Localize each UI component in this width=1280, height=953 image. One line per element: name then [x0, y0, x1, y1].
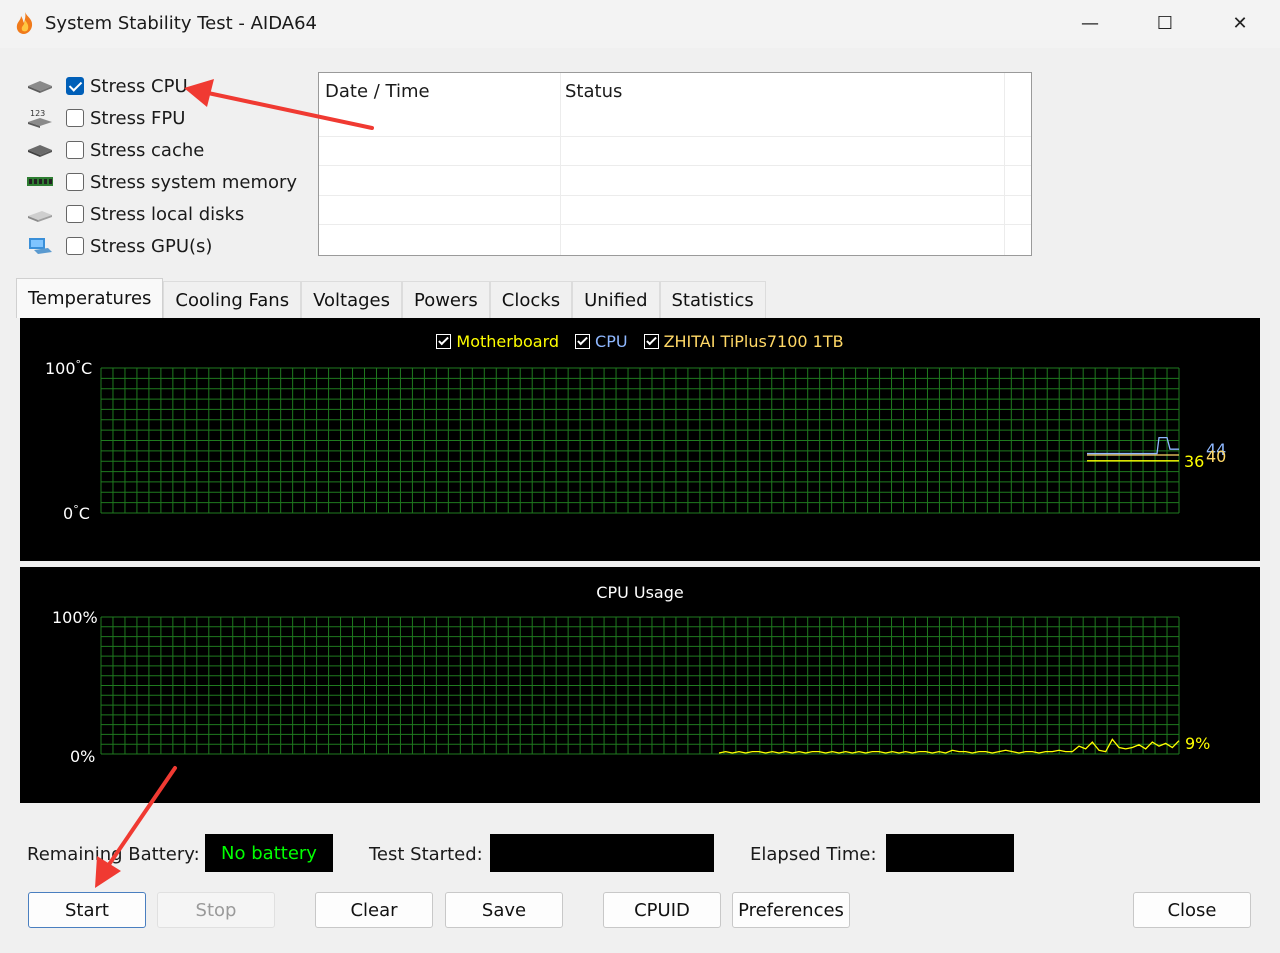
battery-status-value: No battery [221, 842, 317, 864]
stress-local-disks-checkbox[interactable] [66, 205, 84, 223]
stress-local-disks-label[interactable]: Stress local disks [90, 204, 244, 225]
temp-max-value: 100 [45, 359, 76, 378]
stress-fpu-label[interactable]: Stress FPU [90, 108, 185, 129]
battery-status-box: No battery [205, 834, 333, 872]
usage-axis-min-label: 0% [70, 747, 96, 766]
window-title: System Stability Test - AIDA64 [45, 13, 317, 34]
cpu-usage-title: CPU Usage [596, 583, 684, 602]
option-stress-fpu[interactable]: 123 Stress FPU [26, 104, 306, 132]
row-divider [319, 165, 1031, 166]
option-stress-gpu[interactable]: Stress GPU(s) [26, 232, 306, 260]
legend-label: CPU [595, 332, 628, 351]
temp-unit: C [78, 504, 90, 523]
stress-fpu-checkbox[interactable] [66, 109, 84, 127]
legend-label: ZHITAI TiPlus7100 1TB [663, 332, 844, 351]
usage-current-value: 9% [1185, 734, 1211, 753]
temperature-legend: Motherboard CPU ZHITAI TiPlus7100 1TB [20, 332, 1260, 351]
legend-checkbox[interactable] [643, 334, 659, 349]
stress-cpu-checkbox[interactable] [66, 77, 84, 95]
fpu-icon: 123 [26, 108, 54, 128]
log-table-header: Date / Time Status [319, 73, 1031, 113]
temp-min-value: 0 [63, 504, 74, 523]
option-stress-local-disks[interactable]: Stress local disks [26, 200, 306, 228]
option-stress-system-memory[interactable]: Stress system memory [26, 168, 306, 196]
disk-icon [26, 204, 54, 224]
legend-checkbox[interactable] [575, 334, 591, 349]
stress-cache-checkbox[interactable] [66, 141, 84, 159]
tab-unified[interactable]: Unified [572, 281, 660, 318]
option-stress-cache[interactable]: Stress cache [26, 136, 306, 164]
close-button[interactable]: Close [1133, 892, 1251, 928]
grid [100, 367, 1180, 514]
cpu-usage-graph: CPU Usage 100% 0% 9% [20, 567, 1260, 803]
row-divider [319, 224, 1031, 225]
temp-axis-min-label: 0°C [63, 503, 90, 523]
clear-button[interactable]: Clear [315, 892, 433, 928]
stop-button[interactable]: Stop [157, 892, 275, 928]
battery-label: Remaining Battery: [27, 844, 200, 865]
usage-axis-max-label: 100% [52, 608, 98, 627]
cpu-usage-plot [100, 616, 1180, 755]
tab-clocks[interactable]: Clocks [489, 281, 573, 318]
save-button[interactable]: Save [445, 892, 563, 928]
legend-item[interactable]: ZHITAI TiPlus7100 1TB [643, 332, 844, 351]
test-started-box [490, 834, 714, 872]
tab-cooling-fans[interactable]: Cooling Fans [163, 281, 302, 318]
minimize-button[interactable]: — [1062, 0, 1118, 46]
column-header-status[interactable]: Status [565, 81, 622, 102]
cpu-icon [26, 76, 54, 96]
start-button[interactable]: Start [28, 892, 146, 928]
title-bar: System Stability Test - AIDA64 — ☐ ✕ [0, 0, 1280, 48]
cpuid-button[interactable]: CPUID [603, 892, 721, 928]
maximize-button[interactable]: ☐ [1137, 0, 1193, 46]
stress-system-memory-label[interactable]: Stress system memory [90, 172, 297, 193]
elapsed-time-label: Elapsed Time: [750, 844, 877, 865]
aida64-flame-icon [16, 12, 33, 34]
legend-checkbox[interactable] [436, 334, 452, 349]
test-started-label: Test Started: [369, 844, 483, 865]
memory-icon [26, 172, 54, 192]
stress-system-memory-checkbox[interactable] [66, 173, 84, 191]
cpu-usage-series [718, 738, 1180, 754]
temp-value-motherboard: 36 [1184, 452, 1205, 471]
stress-gpu-label[interactable]: Stress GPU(s) [90, 236, 212, 257]
graph-tabs: Temperatures Cooling Fans Voltages Powers Cl… [16, 278, 766, 318]
temp-axis-max-label: 100°C [45, 358, 92, 378]
gpu-icon [26, 236, 54, 256]
svg-text:123: 123 [30, 109, 45, 118]
tab-temperatures[interactable]: Temperatures [16, 278, 164, 318]
temp-value-ssd: 40 [1206, 447, 1227, 466]
tab-voltages[interactable]: Voltages [301, 281, 402, 318]
legend-item[interactable]: CPU [575, 332, 628, 351]
temperature-plot [100, 367, 1180, 514]
row-divider [319, 136, 1031, 137]
stress-cpu-label[interactable]: Stress CPU [90, 76, 188, 97]
legend-label: Motherboard [456, 332, 560, 351]
tab-statistics[interactable]: Statistics [659, 281, 766, 318]
column-header-datetime[interactable]: Date / Time [325, 81, 430, 102]
stress-cache-label[interactable]: Stress cache [90, 140, 204, 161]
row-divider [319, 195, 1031, 196]
grid [100, 616, 1180, 755]
elapsed-time-box [886, 834, 1014, 872]
stress-gpu-checkbox[interactable] [66, 237, 84, 255]
log-table[interactable]: Date / Time Status [318, 72, 1032, 256]
tab-powers[interactable]: Powers [401, 281, 490, 318]
temp-unit: C [81, 359, 93, 378]
preferences-button[interactable]: Preferences [732, 892, 850, 928]
option-stress-cpu[interactable]: Stress CPU [26, 72, 306, 100]
cache-icon [26, 140, 54, 160]
legend-item[interactable]: Motherboard [436, 332, 559, 351]
close-window-button[interactable]: ✕ [1212, 0, 1268, 46]
temperature-graph: Motherboard CPU ZHITAI TiPlus7100 1TB 100°… [20, 318, 1260, 561]
